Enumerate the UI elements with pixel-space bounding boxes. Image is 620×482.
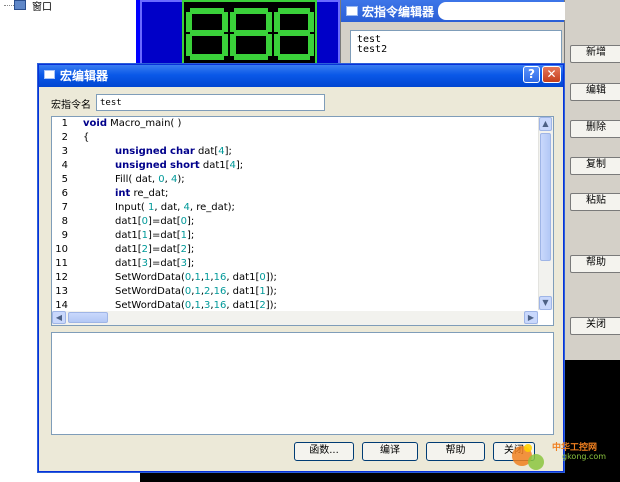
add-button[interactable]: 新增 bbox=[570, 45, 620, 63]
code-line[interactable]: Fill( dat, 0, 4); bbox=[115, 174, 185, 185]
scroll-left-icon[interactable]: ◀ bbox=[52, 311, 66, 324]
paste-button[interactable]: 粘贴 bbox=[570, 193, 620, 211]
horizontal-scrollbar[interactable] bbox=[52, 311, 538, 325]
digit-2 bbox=[230, 8, 272, 60]
code-line[interactable]: unsigned short dat1[4]; bbox=[115, 160, 243, 171]
functions-button[interactable]: 函数... bbox=[294, 442, 354, 461]
line-number: 1 bbox=[61, 118, 68, 129]
macro-editor-title: 宏编辑器 bbox=[60, 69, 109, 83]
horizontal-scroll-thumb[interactable] bbox=[68, 312, 108, 323]
window-icon bbox=[14, 0, 26, 10]
side-help-button[interactable]: 帮助 bbox=[570, 255, 620, 273]
digit-1 bbox=[186, 8, 228, 60]
digit-3 bbox=[274, 8, 314, 60]
code-line[interactable]: dat1[3]=dat[3]; bbox=[115, 258, 194, 269]
line-number: 13 bbox=[55, 286, 68, 297]
vertical-scroll-thumb[interactable] bbox=[540, 133, 551, 261]
code-line[interactable]: void Macro_main( ) bbox=[83, 118, 181, 129]
edit-button[interactable]: 编辑 bbox=[570, 83, 620, 101]
list-item[interactable]: test2 bbox=[357, 44, 387, 55]
macro-editor-titlebar[interactable] bbox=[39, 65, 563, 87]
seven-segment-digits bbox=[186, 8, 314, 60]
line-number: 11 bbox=[55, 258, 68, 269]
help-icon[interactable]: ? bbox=[523, 66, 540, 83]
copy-button[interactable]: 复制 bbox=[570, 157, 620, 175]
code-line[interactable]: Input( 1, dat, 4, re_dat); bbox=[115, 202, 235, 213]
macro-list-title: 宏指令编辑器 bbox=[362, 5, 435, 19]
code-line[interactable]: dat1[2]=dat[2]; bbox=[115, 244, 194, 255]
line-number: 14 bbox=[55, 300, 68, 311]
scroll-up-icon[interactable]: ▲ bbox=[539, 117, 552, 131]
watermark-logo-icon bbox=[512, 444, 544, 470]
side-close-button[interactable]: 关闭 bbox=[570, 317, 620, 335]
seven-segment-display bbox=[182, 0, 317, 65]
line-number: 12 bbox=[55, 272, 68, 283]
line-number: 4 bbox=[61, 160, 68, 171]
window-icon bbox=[346, 6, 358, 16]
line-number: 2 bbox=[61, 132, 68, 143]
window-icon bbox=[44, 70, 55, 79]
scroll-right-icon[interactable]: ▶ bbox=[524, 311, 538, 324]
compile-button[interactable]: 编译 bbox=[362, 442, 418, 461]
help-button[interactable]: 帮助 bbox=[426, 442, 485, 461]
line-number: 6 bbox=[61, 188, 68, 199]
scroll-down-icon[interactable]: ▼ bbox=[539, 296, 552, 310]
tree-connector bbox=[4, 5, 14, 6]
compile-output-panel[interactable] bbox=[51, 332, 554, 435]
code-line[interactable]: int re_dat; bbox=[115, 188, 168, 199]
line-number: 3 bbox=[61, 146, 68, 157]
line-number: 8 bbox=[61, 216, 68, 227]
code-line[interactable]: unsigned char dat[4]; bbox=[115, 146, 232, 157]
code-line[interactable]: dat1[1]=dat[1]; bbox=[115, 230, 194, 241]
code-line[interactable]: { bbox=[83, 132, 89, 143]
code-line[interactable]: SetWordData(0,1,1,16, dat1[0]); bbox=[115, 272, 277, 283]
line-number: 10 bbox=[55, 244, 68, 255]
close-icon[interactable]: ✕ bbox=[542, 66, 561, 83]
watermark-domain: gkong.com bbox=[562, 452, 607, 461]
macro-name-input[interactable] bbox=[96, 94, 325, 111]
macro-name-label: 宏指令名 bbox=[51, 100, 91, 111]
line-number: 7 bbox=[61, 202, 68, 213]
tree-item-window[interactable]: 窗口 bbox=[32, 0, 52, 13]
code-line[interactable]: SetWordData(0,1,3,16, dat1[2]); bbox=[115, 300, 277, 311]
line-number: 9 bbox=[61, 230, 68, 241]
code-line[interactable]: dat1[0]=dat[0]; bbox=[115, 216, 194, 227]
line-number: 5 bbox=[61, 174, 68, 185]
code-line[interactable]: SetWordData(0,1,2,16, dat1[1]); bbox=[115, 286, 277, 297]
delete-button[interactable]: 删除 bbox=[570, 120, 620, 138]
